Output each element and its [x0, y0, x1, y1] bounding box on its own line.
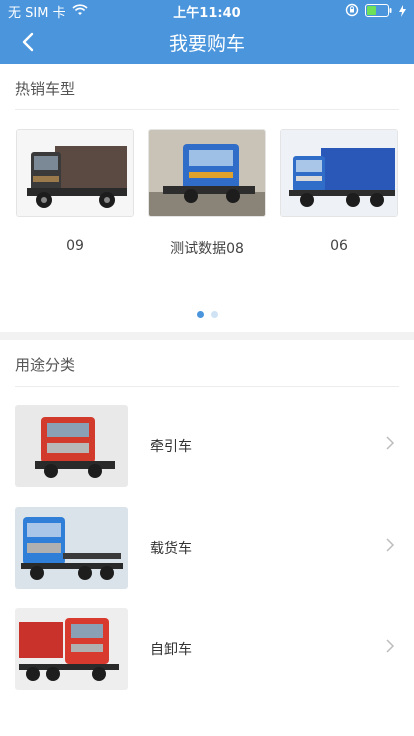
truck-image: [148, 129, 266, 217]
tractor-truck-image: [15, 405, 128, 487]
battery-icon: [365, 2, 393, 21]
nav-bar: 我要购车: [0, 20, 414, 64]
truck-image: [16, 129, 134, 217]
chevron-right-icon: [386, 436, 395, 450]
category-section-title: 用途分类: [15, 356, 76, 374]
rotation-lock-icon: [345, 2, 359, 21]
status-bar: 无 SIM 卡 上午11:40: [0, 0, 414, 21]
dump-truck-image: [15, 608, 128, 690]
truck-image: [280, 129, 398, 217]
pager-dot-active[interactable]: [196, 311, 204, 318]
hot-card[interactable]: 09: [16, 129, 134, 254]
pager-dot[interactable]: [210, 311, 218, 318]
cargo-truck-image: [15, 507, 128, 589]
status-right: [345, 2, 406, 21]
chevron-right-icon: [386, 639, 395, 653]
hot-card[interactable]: 测试数据08: [148, 129, 266, 257]
category-label: 自卸车: [150, 642, 192, 658]
chevron-right-icon: [386, 538, 395, 552]
category-row-cargo[interactable]: 载货车: [0, 507, 414, 589]
hot-card-label: 测试数据08: [170, 241, 244, 257]
category-row-tractor[interactable]: 牵引车: [0, 405, 414, 487]
page-title: 我要购车: [168, 33, 245, 55]
hot-card-label: 09: [66, 238, 84, 254]
hot-card-label: 06: [330, 238, 348, 254]
category-label: 牵引车: [150, 439, 192, 455]
charging-icon: [399, 2, 406, 21]
category-label: 载货车: [150, 541, 192, 557]
section-separator: [0, 332, 414, 340]
hot-divider: [15, 109, 399, 110]
carousel-pager[interactable]: [0, 311, 414, 318]
category-row-dump[interactable]: 自卸车: [0, 608, 414, 690]
category-divider: [15, 386, 399, 387]
hot-card[interactable]: 06: [280, 129, 398, 254]
hot-section-title: 热销车型: [15, 80, 76, 98]
